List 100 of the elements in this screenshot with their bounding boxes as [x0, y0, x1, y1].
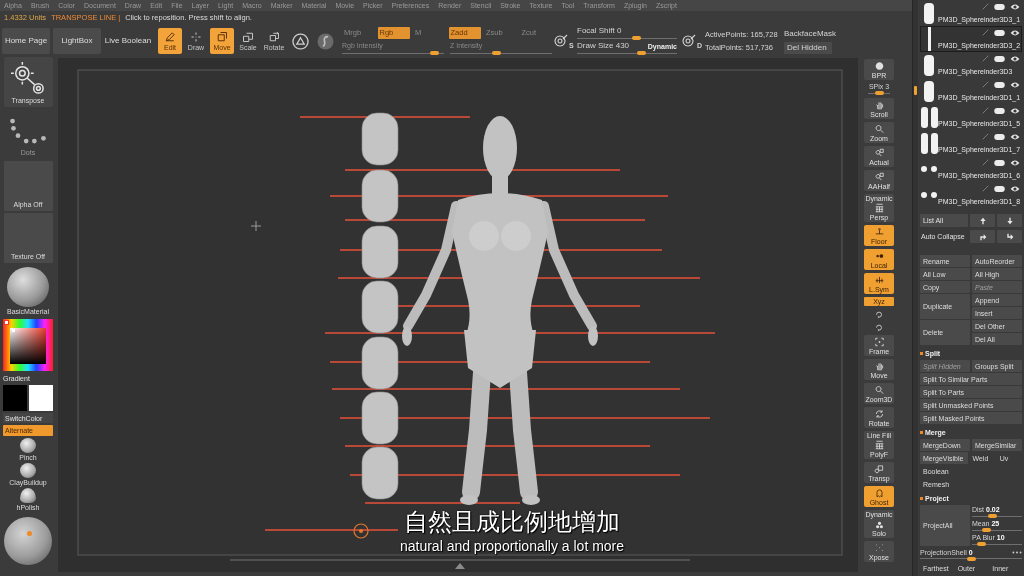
grid-icon [873, 440, 885, 450]
spheres-icon [873, 519, 885, 529]
brush-icon[interactable] [982, 55, 989, 62]
brush-icon[interactable] [982, 3, 989, 10]
viewport-canvas[interactable]: 自然且成比例地增加 natural and proportionally a lot more [58, 58, 858, 572]
toggle-icon[interactable] [994, 3, 1005, 10]
bullet-icon [920, 352, 923, 355]
slider-thumb[interactable] [631, 36, 641, 40]
bullet-icon [920, 497, 923, 500]
magnifier-icon [873, 147, 885, 158]
sphere-icon [7, 267, 49, 307]
eye-icon[interactable] [1010, 158, 1020, 167]
dots-icon [873, 542, 885, 553]
brush-slider[interactable] [577, 36, 677, 40]
slider-thumb[interactable] [982, 528, 992, 532]
slider-thumb[interactable] [430, 51, 440, 55]
move-down-button[interactable] [997, 214, 1022, 227]
bullet-icon [920, 431, 923, 434]
eye-icon[interactable] [1010, 2, 1020, 11]
circle-triangle-icon[interactable] [292, 32, 309, 50]
brush-icon[interactable] [982, 81, 989, 88]
brush-icon[interactable] [982, 185, 989, 192]
slider-thumb[interactable] [976, 542, 986, 546]
move-up-button[interactable] [970, 214, 995, 227]
bent-arrow-icon [978, 232, 987, 241]
crosshair-icon [250, 220, 262, 232]
live-boolean-button[interactable]: Live Boolean [104, 28, 152, 54]
del-hidden-button[interactable]: Del Hidden [784, 41, 832, 54]
dots-icon[interactable] [1012, 550, 1022, 554]
parameter-slider[interactable] [972, 542, 1022, 546]
brush-icon[interactable] [982, 159, 989, 166]
toggle-icon[interactable] [994, 29, 1005, 36]
eye-icon[interactable] [1010, 54, 1020, 63]
parameter-slider[interactable] [920, 556, 1022, 561]
canvas-scrollbar[interactable] [229, 559, 691, 569]
slider-thumb[interactable] [874, 91, 884, 95]
eye-icon[interactable] [1010, 28, 1020, 37]
color-picker[interactable] [3, 319, 53, 371]
scroll-marker[interactable] [914, 86, 917, 95]
main-color-swatch-icon[interactable] [3, 385, 27, 411]
bent-arrow-button[interactable] [970, 230, 995, 243]
slider-thumb[interactable] [987, 514, 997, 518]
toggle-icon[interactable] [994, 81, 1005, 88]
nav-button[interactable]: LightBox [53, 28, 101, 54]
bent-arrow-button[interactable] [997, 230, 1022, 243]
subtitle-text: 自然且成比例地增加 [404, 509, 620, 536]
eye-icon[interactable] [1010, 132, 1020, 141]
slider-label: Draw Size 430 [577, 42, 630, 50]
saturation-square[interactable] [10, 328, 46, 364]
shaded-sphere-icon[interactable] [317, 32, 334, 50]
subtitle-text: natural and proportionally a lot more [399, 539, 625, 554]
floor-icon [873, 226, 885, 237]
toggle-icon[interactable] [994, 133, 1005, 140]
targets-icon [9, 61, 47, 95]
magnifier-icon [873, 384, 885, 395]
rotate-arrow-icon[interactable] [874, 309, 884, 319]
magnifier-icon [873, 123, 885, 134]
intensity-slider[interactable] [342, 51, 444, 55]
transparency-icon [873, 463, 885, 474]
frame-icon [873, 336, 885, 347]
brush-icon[interactable] [982, 107, 989, 114]
parameter-slider[interactable] [972, 514, 1022, 518]
backface-mask-button[interactable]: BackfaceMask [784, 28, 837, 39]
eye-icon[interactable] [1010, 184, 1020, 193]
picker-marker-icon [12, 329, 15, 332]
symmetry-icon [873, 274, 885, 285]
slider-thumb[interactable] [491, 51, 501, 55]
brush-sphere-icon [20, 438, 36, 453]
intensity-slider[interactable] [450, 51, 552, 55]
mesh-thumbnail [920, 106, 938, 128]
resolution-slider[interactable] [868, 91, 890, 95]
toggle-icon[interactable] [994, 107, 1005, 114]
toggle-icon[interactable] [994, 159, 1005, 166]
mesh-thumbnail [920, 132, 938, 154]
panel-scrollbar[interactable] [913, 0, 918, 576]
mesh-thumbnail [924, 54, 934, 76]
mesh-thumbnail [921, 192, 937, 198]
pencil-icon [164, 31, 176, 43]
squares-icon [242, 31, 254, 43]
brush-icon[interactable] [982, 133, 989, 140]
magnifier-icon [873, 171, 885, 182]
parameter-slider[interactable] [972, 528, 1022, 532]
eye-icon[interactable] [1010, 106, 1020, 115]
toggle-icon[interactable] [994, 185, 1005, 192]
nav-button[interactable]: Home Page [2, 28, 50, 54]
slider-thumb[interactable] [637, 51, 647, 55]
rotate-arrow-icon[interactable] [874, 322, 884, 332]
target-brush-icon[interactable] [553, 33, 569, 49]
eye-icon[interactable] [1010, 80, 1020, 89]
current-color-marker-icon [4, 320, 9, 325]
squares-icon [216, 31, 228, 43]
bent-arrow-icon [1005, 232, 1014, 241]
squares-icon [268, 31, 280, 43]
mesh-thumbnail [921, 166, 937, 172]
brush-slider[interactable] [577, 51, 677, 55]
brush-icon[interactable] [982, 29, 989, 36]
secondary-color-swatch-icon[interactable] [29, 385, 53, 411]
target-brush-icon[interactable] [681, 33, 697, 49]
slider-thumb[interactable] [966, 556, 976, 561]
toggle-icon[interactable] [994, 55, 1005, 62]
